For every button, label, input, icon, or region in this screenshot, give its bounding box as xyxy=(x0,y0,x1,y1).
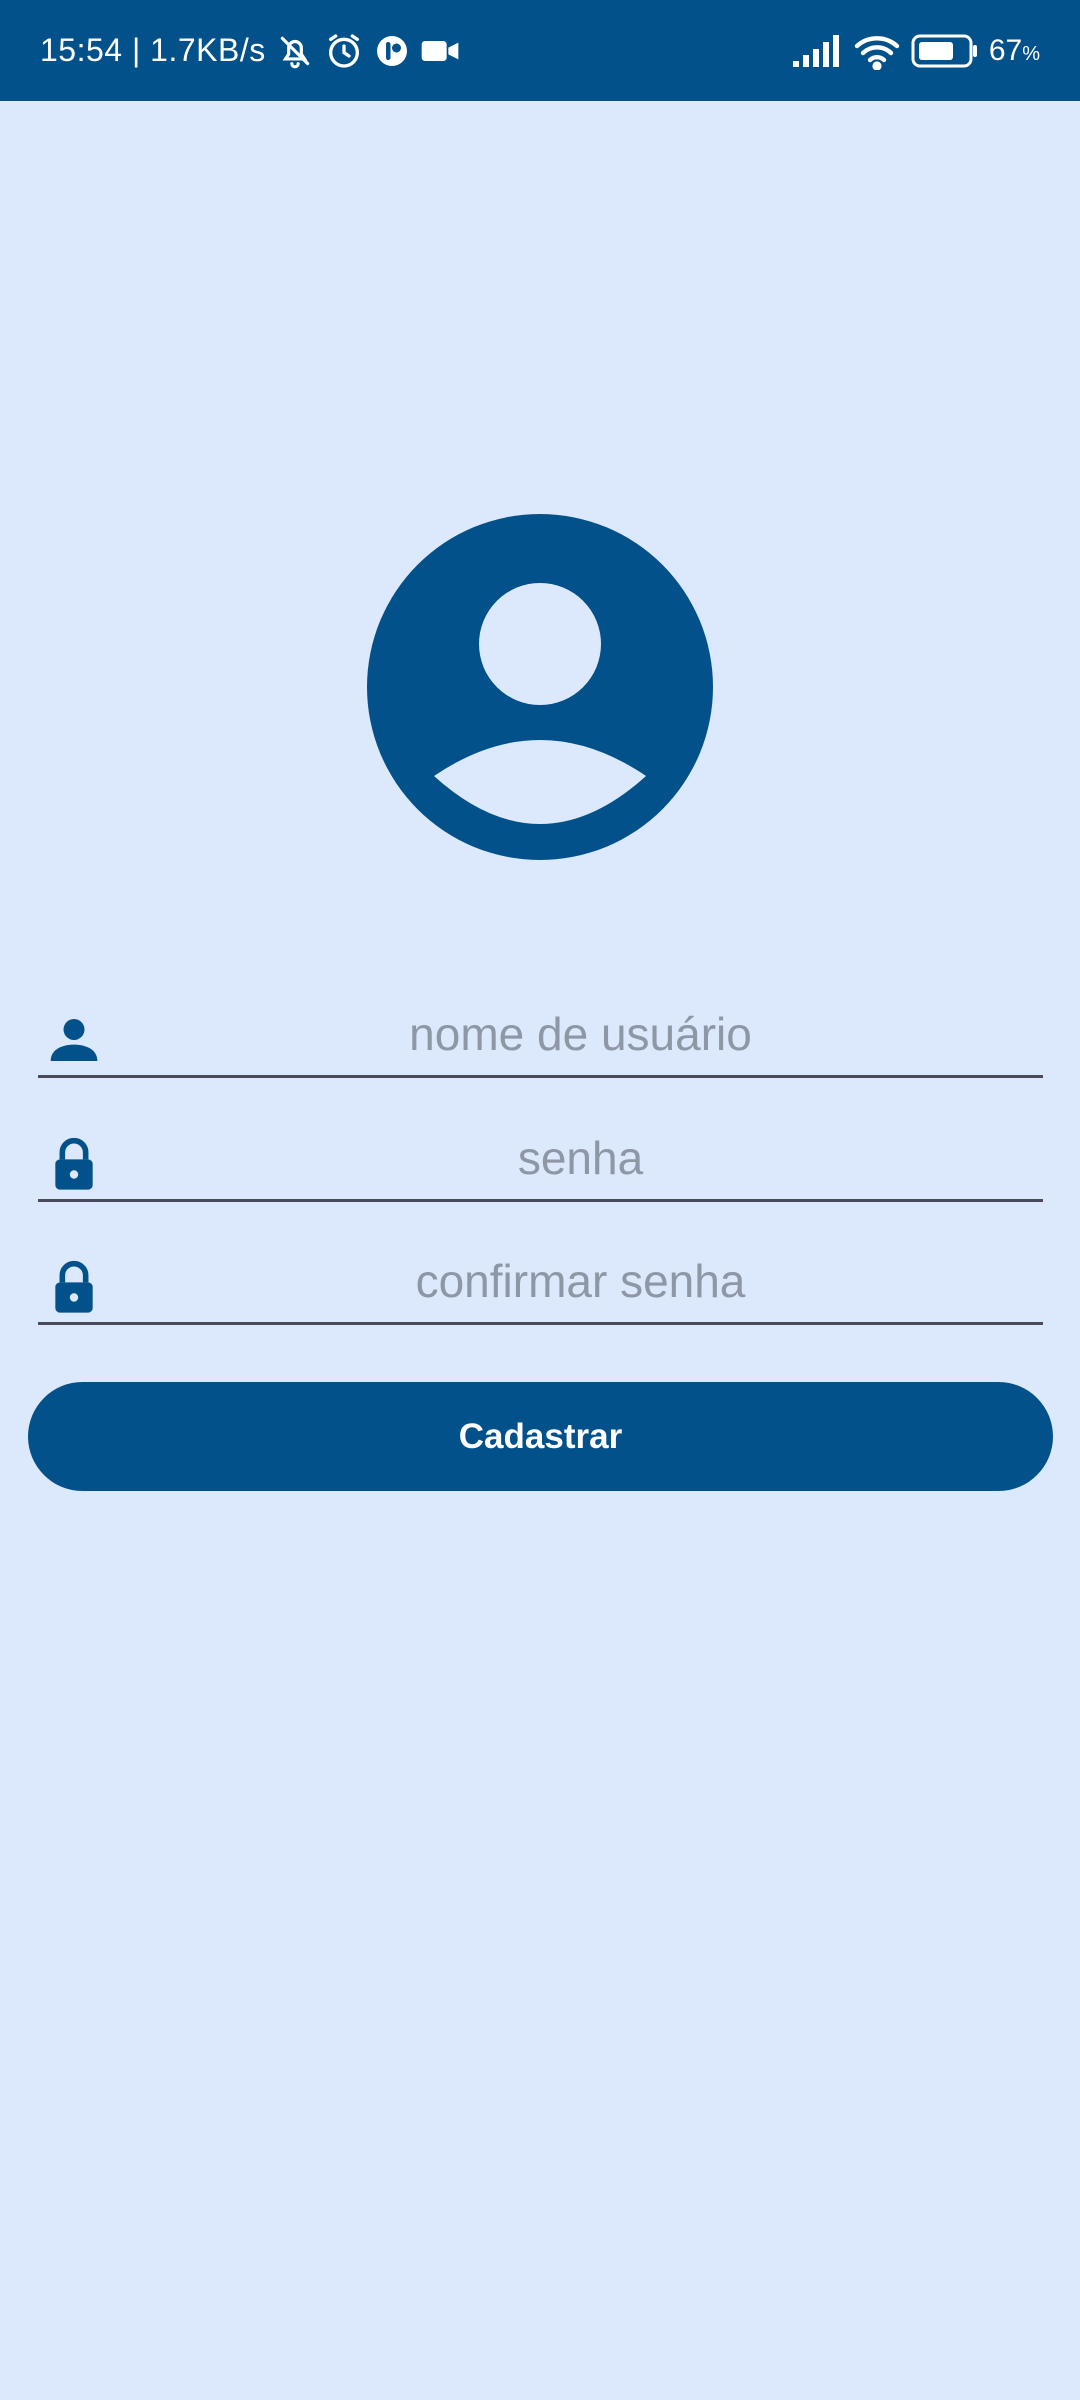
password-input[interactable] xyxy=(118,1122,1043,1193)
confirm-password-field xyxy=(38,1245,1043,1325)
status-right: 67% xyxy=(783,32,1040,70)
lock-icon xyxy=(55,1260,93,1313)
person-icon xyxy=(50,1019,98,1061)
status-left: 15:54 | 1.7KB/s xyxy=(40,31,460,71)
signal-icon xyxy=(792,34,843,67)
battery-unit: % xyxy=(1022,42,1040,65)
app-notification-icon xyxy=(374,33,410,69)
confirm-password-input[interactable] xyxy=(118,1245,1043,1316)
username-field xyxy=(38,998,1043,1078)
wifi-icon xyxy=(853,32,901,70)
status-bar: 15:54 | 1.7KB/s 67% xyxy=(0,0,1080,101)
account-circle-icon xyxy=(367,514,713,860)
bell-off-icon xyxy=(276,31,314,71)
battery-value: 67 xyxy=(988,33,1023,67)
battery-icon xyxy=(911,34,979,68)
status-time-speed: 15:54 | 1.7KB/s xyxy=(40,32,266,68)
alarm-icon xyxy=(324,31,364,71)
password-field xyxy=(38,1122,1043,1202)
lock-icon xyxy=(55,1137,93,1190)
video-camera-icon xyxy=(420,35,460,67)
register-button[interactable]: Cadastrar xyxy=(28,1382,1053,1491)
battery-percentage: 67% xyxy=(989,34,1040,68)
username-input[interactable] xyxy=(118,998,1043,1069)
